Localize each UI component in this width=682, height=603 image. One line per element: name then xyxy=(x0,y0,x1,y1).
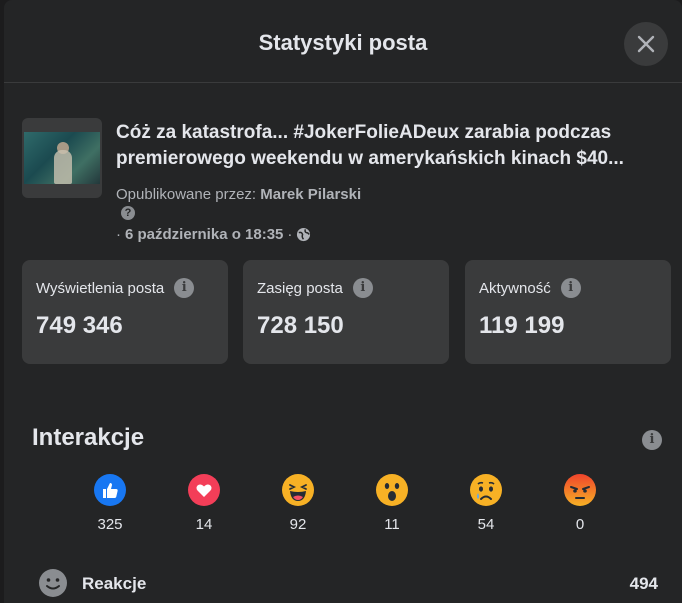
reaction-count: 0 xyxy=(575,516,585,533)
reactions-total: 494 xyxy=(629,574,658,593)
help-icon[interactable]: ? xyxy=(121,206,135,220)
like-icon xyxy=(94,474,126,506)
stat-value: 728 150 xyxy=(257,312,344,339)
stat-value: 119 199 xyxy=(479,312,565,339)
stat-label: Aktywność xyxy=(479,279,551,297)
dialog-header: Statystyki posta xyxy=(4,0,682,83)
reaction-count: 11 xyxy=(384,516,400,533)
interactions-info[interactable]: i xyxy=(642,430,662,450)
post-author[interactable]: Marek Pilarski xyxy=(260,186,361,203)
post-title-line: Cóż za katastrofa... #JokerFolieADeux za… xyxy=(116,122,612,143)
post-stats-dialog: Statystyki posta Cóż za katastrofa... #J… xyxy=(4,0,682,603)
reaction-love[interactable]: 14 xyxy=(164,474,244,533)
post-thumbnail[interactable] xyxy=(22,118,102,198)
info-icon[interactable]: i xyxy=(560,278,581,298)
reaction-haha[interactable]: 92 xyxy=(258,474,338,533)
post-title[interactable]: Cóż za katastrofa... #JokerFolieADeux za… xyxy=(116,120,672,172)
heart-icon xyxy=(188,474,220,506)
stat-card-engagement: Aktywność i 119 199 xyxy=(465,260,671,364)
angry-emoji-icon xyxy=(564,474,596,506)
post-preview[interactable]: Cóż za katastrofa... #JokerFolieADeux za… xyxy=(22,118,672,248)
stat-card-reach: Zasięg posta i 728 150 xyxy=(243,260,449,364)
post-title-line: premierowego weekendu w amerykańskich ki… xyxy=(116,148,624,169)
published-by-label: Opublikowane przez: xyxy=(116,186,257,203)
post-date-line: · 6 października o 18:35 · xyxy=(116,226,311,243)
separator-dot: · xyxy=(287,226,293,243)
stat-label-wrap: Wyświetlenia posta i xyxy=(36,278,195,298)
smiley-icon xyxy=(39,569,67,597)
reaction-count: 14 xyxy=(195,516,213,533)
reaction-angry[interactable]: 0 xyxy=(540,474,620,533)
reaction-count: 54 xyxy=(477,516,495,533)
reaction-sad[interactable]: 54 xyxy=(446,474,526,533)
info-icon[interactable]: i xyxy=(174,278,195,298)
close-button[interactable] xyxy=(624,22,668,66)
wow-emoji-icon xyxy=(376,474,408,506)
post-date[interactable]: 6 października o 18:35 xyxy=(125,226,283,243)
dialog-title: Statystyki posta xyxy=(258,30,428,55)
haha-emoji-icon xyxy=(282,474,314,506)
reactions-label: Reakcje xyxy=(82,574,147,593)
separator-dot: · xyxy=(116,226,121,243)
info-icon[interactable]: i xyxy=(642,430,662,450)
globe-icon xyxy=(297,227,311,242)
stat-label: Wyświetlenia posta xyxy=(36,279,165,297)
stats-cards: Wyświetlenia posta i 749 346 Zasięg post… xyxy=(22,260,672,364)
stat-label: Zasięg posta xyxy=(257,279,343,297)
stat-label-wrap: Zasięg posta i xyxy=(257,278,373,298)
interactions-title: Interakcje xyxy=(32,424,145,451)
stat-value: 749 346 xyxy=(36,312,123,339)
info-icon[interactable]: i xyxy=(352,278,373,298)
post-author-line: Opublikowane przez: Marek Pilarski xyxy=(116,186,361,203)
reaction-wow[interactable]: 11 xyxy=(352,474,432,533)
reactions-row[interactable]: Reakcje 494 xyxy=(32,564,662,602)
stat-label-wrap: Aktywność i xyxy=(479,278,581,298)
reaction-like[interactable]: 325 xyxy=(70,474,150,533)
reactions-breakdown: 325 14 92 11 54 0 xyxy=(64,474,664,544)
sad-emoji-icon xyxy=(470,474,502,506)
reaction-count: 92 xyxy=(289,516,307,533)
stat-card-views: Wyświetlenia posta i 749 346 xyxy=(22,260,228,364)
close-icon xyxy=(637,35,655,53)
reaction-count: 325 xyxy=(97,516,123,533)
